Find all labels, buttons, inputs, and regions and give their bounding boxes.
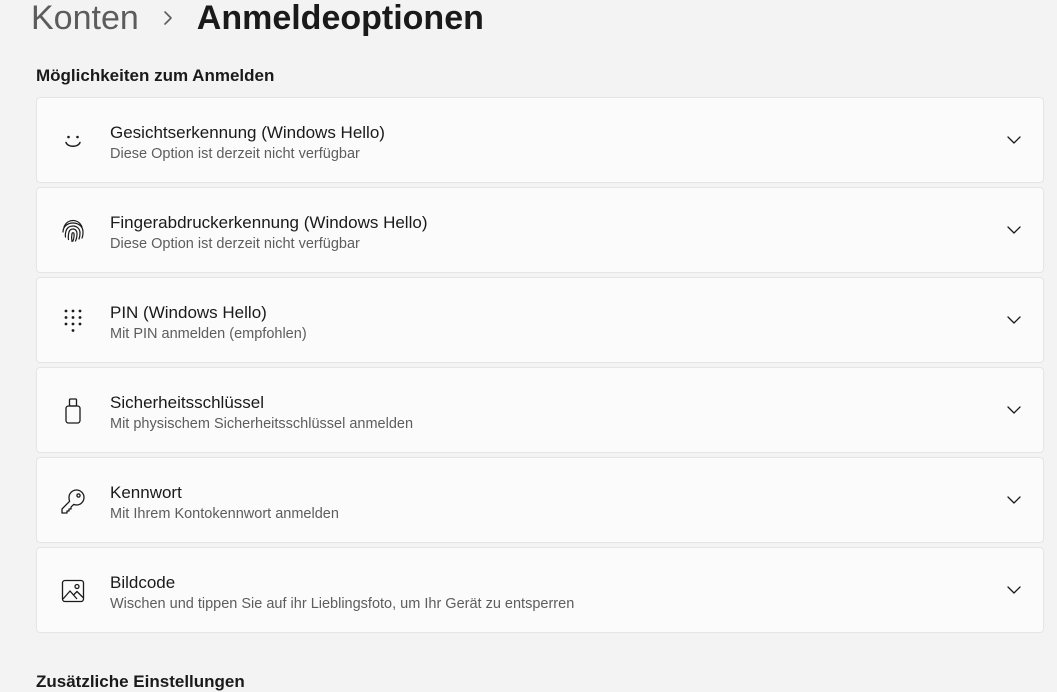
signin-options-list: Gesichtserkennung (Windows Hello) Diese … (36, 97, 1044, 637)
face-icon (59, 127, 87, 155)
breadcrumb: Konten Anmeldeoptionen (31, 0, 484, 42)
option-title: Sicherheitsschlüssel (110, 393, 265, 412)
option-title: Fingerabdruckerkennung (Windows Hello) (110, 213, 428, 232)
chevron-down-icon[interactable] (1005, 133, 1023, 147)
option-title: Bildcode (110, 573, 176, 592)
picture-icon (59, 577, 87, 605)
option-password[interactable]: Kennwort Mit Ihrem Kontokennwort anmelde… (36, 457, 1044, 543)
option-title: PIN (Windows Hello) (110, 303, 267, 322)
option-face-recognition[interactable]: Gesichtserkennung (Windows Hello) Diese … (36, 97, 1044, 183)
option-subtitle: Mit physischem Sicherheitsschlüssel anme… (110, 416, 414, 432)
chevron-right-icon (139, 10, 197, 26)
page-title: Anmeldeoptionen (196, 0, 484, 37)
additional-settings-heading: Zusätzliche Einstellungen (36, 672, 245, 691)
option-subtitle: Wischen und tippen Sie auf ihr Lieblings… (110, 596, 575, 612)
option-fingerprint-recognition[interactable]: Fingerabdruckerkennung (Windows Hello) D… (36, 187, 1044, 273)
option-title: Kennwort (110, 483, 182, 502)
chevron-down-icon[interactable] (1005, 403, 1023, 417)
chevron-down-icon[interactable] (1005, 223, 1023, 237)
option-subtitle: Diese Option ist derzeit nicht verfügbar (110, 236, 360, 252)
option-security-key[interactable]: Sicherheitsschlüssel Mit physischem Sich… (36, 367, 1044, 453)
chevron-down-icon[interactable] (1005, 583, 1023, 597)
security-key-icon (59, 397, 87, 425)
option-subtitle: Mit PIN anmelden (empfohlen) (110, 326, 307, 342)
option-pin[interactable]: PIN (Windows Hello) Mit PIN anmelden (em… (36, 277, 1044, 363)
option-picture-password[interactable]: Bildcode Wischen und tippen Sie auf ihr … (36, 547, 1044, 633)
option-title: Gesichtserkennung (Windows Hello) (110, 123, 385, 142)
chevron-down-icon[interactable] (1005, 313, 1023, 327)
section-title: Möglichkeiten zum Anmelden (36, 66, 275, 85)
pin-keypad-icon (59, 307, 87, 335)
chevron-down-icon[interactable] (1005, 493, 1023, 507)
option-subtitle: Diese Option ist derzeit nicht verfügbar (110, 146, 360, 162)
fingerprint-icon (59, 217, 87, 245)
key-icon (59, 487, 87, 515)
breadcrumb-parent-link[interactable]: Konten (31, 0, 139, 42)
option-subtitle: Mit Ihrem Kontokennwort anmelden (110, 506, 339, 522)
